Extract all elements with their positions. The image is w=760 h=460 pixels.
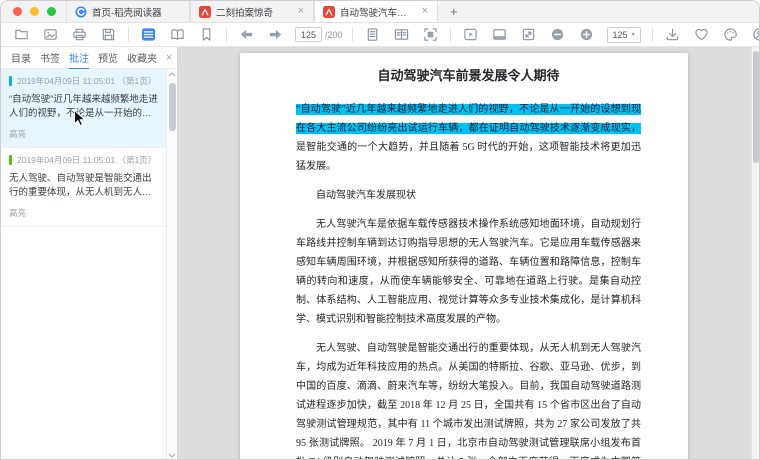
scrollbar-thumb[interactable] <box>169 83 176 131</box>
open-file-icon[interactable] <box>14 27 29 42</box>
fullscreen-icon[interactable] <box>521 27 536 42</box>
document-scrollbar[interactable] <box>751 47 759 460</box>
sidebar-tab-favorites[interactable]: 收藏夹 <box>127 46 157 70</box>
bookmark-icon[interactable] <box>199 27 214 42</box>
pdf-icon <box>199 6 211 18</box>
traffic-lights <box>1 1 66 22</box>
zoom-out-icon[interactable] <box>550 27 565 42</box>
tab-document-2-active[interactable]: 自动驾驶汽车前景发展... × <box>314 1 438 22</box>
close-tab-icon[interactable]: × <box>421 6 429 17</box>
app-window: 首页-稻壳阅读器 二刻拍案惊奇 × 自动驾驶汽车前景发展... × + <box>0 0 760 460</box>
pdf-page: 自动驾驶汽车前景发展令人期待 “自动驾驶”近几年越来越频繁地走进人们的视野，不论… <box>240 53 688 460</box>
annotation-color-bar <box>9 76 12 86</box>
scrollbar-thumb[interactable] <box>753 51 759 163</box>
tab-label: 自动驾驶汽车前景发展... <box>340 5 416 19</box>
sidebar-scrollbar[interactable] <box>166 69 177 460</box>
document-paragraph: “自动驾驶”近几年越来越频繁地走进人们的视野，不论是从一开始的设想到现在各大主流… <box>296 100 641 176</box>
prev-page-icon[interactable] <box>239 27 254 42</box>
tab-label: 首页-稻壳阅读器 <box>92 5 181 19</box>
paragraph-text: 是智能交通的一个大趋势，并且随着 5G 时代的开始，这项智能技术将更加迅猛发展。 <box>296 142 641 172</box>
annotation-text: 无人驾驶、自动驾驶是智能交通出行的重要体现，从无人机到无人驾驶汽车 <box>9 172 158 200</box>
page-total-label: /200 <box>325 30 343 40</box>
annotation-text: “自动驾驶”近几年越来越频繁地走进人们的视野，不论是从一开始的设想到现在各大主流… <box>9 93 158 121</box>
document-paragraph: 无人驾驶、自动驾驶是智能交通出行的重要体现，从无人机到无人驾驶汽车，均成为近年科… <box>296 339 641 460</box>
highlighted-text[interactable]: “自动驾驶”近几年越来越频繁地走进人们的视野，不论是从一开始的设想到现在各大主流… <box>296 104 641 134</box>
annotation-type-label: 高亮 <box>9 207 158 219</box>
close-tab-icon[interactable]: × <box>297 6 305 17</box>
save-as-image-icon[interactable] <box>43 27 58 42</box>
save-icon[interactable] <box>101 27 116 42</box>
download-icon[interactable] <box>665 27 680 42</box>
scroll-down-icon[interactable] <box>167 450 178 460</box>
minimize-window-button[interactable] <box>30 7 39 16</box>
zoom-level-dropdown[interactable]: 125 ▾ <box>607 27 641 43</box>
section-heading: 自动驾驶汽车发展现状 <box>296 186 641 205</box>
sidebar-tab-annotations[interactable]: 批注 <box>69 46 89 70</box>
print-icon[interactable] <box>72 27 87 42</box>
annotation-meta-row: 2019年04月09日 11:05:01 （第1页） <box>9 75 158 87</box>
annotation-item[interactable]: 2019年04月09日 11:05:01 （第1页） 无人驾驶、自动驾驶是智能交… <box>1 148 166 227</box>
toolbar: /200 125 ▾ <box>1 23 759 47</box>
annotation-meta-row: 2019年04月09日 11:05:01 （第1页） <box>9 154 158 166</box>
zoom-level-value: 125 <box>613 30 628 40</box>
scroll-up-icon[interactable] <box>167 69 178 79</box>
new-tab-button[interactable]: + <box>438 1 470 22</box>
annotation-type-label: 高亮 <box>9 128 158 140</box>
tab-home[interactable]: 首页-稻壳阅读器 <box>66 1 190 22</box>
tab-bar: 首页-稻壳阅读器 二刻拍案惊奇 × 自动驾驶汽车前景发展... × + <box>1 1 759 23</box>
slideshow-icon[interactable] <box>463 27 478 42</box>
fit-page-icon[interactable] <box>423 27 438 42</box>
next-page-icon[interactable] <box>268 27 283 42</box>
theme-palette-icon[interactable] <box>723 27 738 42</box>
sidebar-tab-preview[interactable]: 预览 <box>98 46 118 70</box>
favorite-icon[interactable] <box>694 27 709 42</box>
single-page-icon[interactable] <box>365 27 380 42</box>
chevron-down-icon: ▾ <box>632 31 635 38</box>
panel-toggle-icon-active[interactable] <box>141 27 156 42</box>
toolbar-layout-icon[interactable] <box>492 27 507 42</box>
tab-label: 二刻拍案惊奇 <box>216 5 292 19</box>
page-number-input[interactable] <box>295 27 322 42</box>
annotation-meta: 2019年04月09日 11:05:01 （第1页） <box>17 154 156 166</box>
annotations-sidebar: 目录 书签 批注 预览 收藏夹 × 2019年04月09日 11:05:01 （… <box>1 47 178 460</box>
close-window-button[interactable] <box>13 7 22 16</box>
sidebar-tabs: 目录 书签 批注 预览 收藏夹 × <box>1 47 177 69</box>
zoom-in-icon[interactable] <box>579 27 594 42</box>
document-paragraph: 无人驾驶汽车是依据车载传感器技术操作系统感知地面环境，自动规划行车路线并控制车辆… <box>296 215 641 329</box>
content-area: 目录 书签 批注 预览 收藏夹 × 2019年04月09日 11:05:01 （… <box>1 47 759 460</box>
sidebar-tab-catalog[interactable]: 目录 <box>11 46 31 70</box>
tab-document-1[interactable]: 二刻拍案惊奇 × <box>190 1 314 22</box>
annotation-item[interactable]: 2019年04月09日 11:05:01 （第1页） “自动驾驶”近几年越来越频… <box>1 69 166 148</box>
sidebar-tab-bookmarks[interactable]: 书签 <box>40 46 60 70</box>
annotation-color-bar <box>9 155 12 165</box>
reader-logo-icon <box>75 6 87 18</box>
document-viewport[interactable]: 自动驾驶汽车前景发展令人期待 “自动驾驶”近几年越来越频繁地走进人们的视野，不论… <box>178 47 759 460</box>
account-icon[interactable] <box>752 27 760 42</box>
pdf-icon <box>323 6 335 18</box>
document-title: 自动驾驶汽车前景发展令人期待 <box>296 67 641 85</box>
facing-pages-icon[interactable] <box>394 27 409 42</box>
annotation-list: 2019年04月09日 11:05:01 （第1页） “自动驾驶”近几年越来越频… <box>1 69 166 460</box>
reading-mode-icon[interactable] <box>170 27 185 42</box>
zoom-window-button[interactable] <box>47 7 56 16</box>
close-sidebar-icon[interactable]: × <box>166 52 172 64</box>
annotation-meta: 2019年04月09日 11:05:01 （第1页） <box>17 75 156 87</box>
